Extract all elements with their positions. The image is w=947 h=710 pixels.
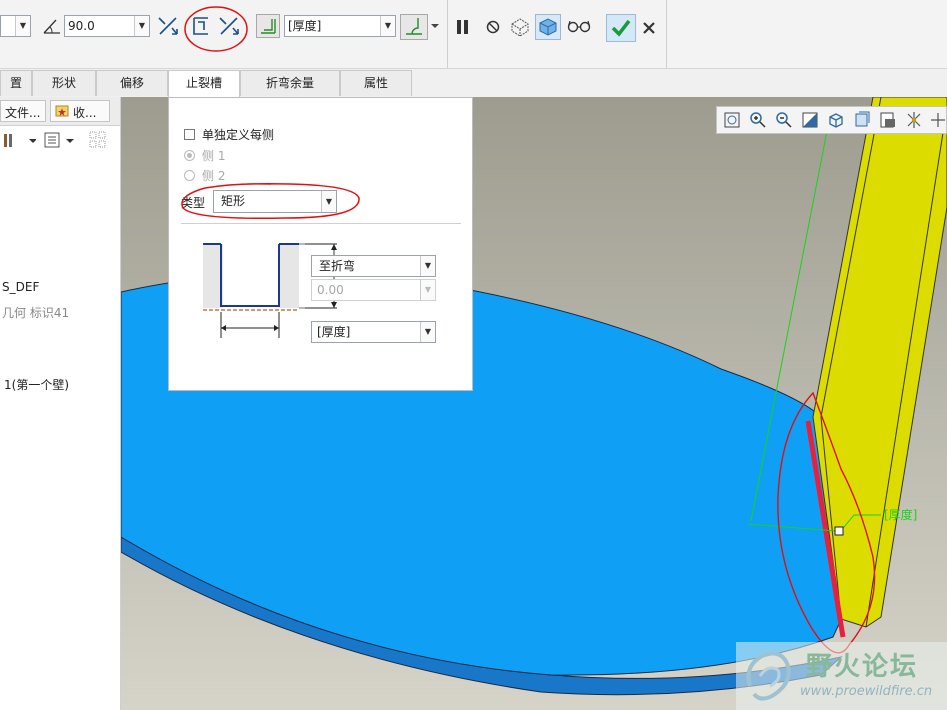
glasses-icon[interactable] — [567, 18, 591, 34]
depth-type-select[interactable]: 至折弯 ▼ — [311, 255, 436, 277]
chevron-down-icon[interactable]: ▼ — [380, 16, 395, 36]
side1-radio[interactable] — [184, 150, 195, 161]
tab-properties[interactable]: 属性 — [340, 70, 412, 96]
toolbar-separator — [447, 0, 448, 68]
verify-icon[interactable] — [535, 14, 561, 40]
width-value: [厚度] — [317, 325, 351, 339]
tab-files[interactable]: 文件... — [0, 100, 46, 122]
watermark-title: 野火论坛 — [806, 652, 919, 682]
forum-logo — [746, 651, 791, 701]
chevron-down-icon[interactable]: ▼ — [15, 16, 30, 36]
depth-value-input[interactable]: 0.00 ▼ — [311, 279, 436, 301]
annotation-oval — [181, 183, 360, 220]
toolbar-separator — [666, 0, 667, 68]
tab-bend-allowance[interactable]: 折弯余量 — [240, 70, 340, 96]
angle-input[interactable]: 90.0 ▼ — [64, 15, 150, 37]
dimension-label[interactable]: [厚度] — [884, 507, 917, 522]
tab-offset[interactable]: 偏移 — [96, 70, 168, 96]
zoom-out-icon[interactable] — [775, 111, 793, 129]
annotation-oval — [184, 6, 248, 52]
dimension-handle[interactable] — [834, 526, 844, 536]
tab-placement[interactable]: 置 — [0, 70, 32, 96]
tools-icon[interactable] — [2, 131, 36, 149]
model-tree-panel: 文件... 收... S_DEF 几何 标识41 1(第一个壁) — [0, 97, 121, 710]
depth-value: 0.00 — [317, 283, 344, 297]
width-select[interactable]: [厚度] ▼ — [311, 321, 436, 343]
tab-shape[interactable]: 形状 — [32, 70, 96, 96]
tree-item-first-wall[interactable]: 1(第一个壁) — [4, 376, 69, 393]
chevron-down-icon[interactable]: ▼ — [420, 280, 435, 300]
bend-radius-icon[interactable] — [256, 14, 280, 38]
confirm-icon[interactable] — [606, 14, 636, 42]
side1-label: 侧 1 — [202, 149, 226, 163]
tree-item-geometry[interactable]: 几何 标识41 — [2, 304, 69, 321]
tab-files-label: 文件... — [5, 106, 41, 120]
refit-icon[interactable] — [723, 111, 741, 129]
define-each-side-label: 单独定义每侧 — [202, 128, 275, 142]
dashboard-toolbar: ▼ 90.0 ▼ [厚度] ▼ — [0, 0, 947, 69]
depth-dimension-arrows — [305, 243, 337, 309]
no-preview-icon[interactable] — [485, 19, 501, 35]
settings-grid-icon[interactable] — [88, 130, 110, 150]
chevron-down-icon[interactable]: ▼ — [134, 16, 149, 36]
saved-orientations-icon[interactable] — [827, 111, 845, 129]
angle-icon — [43, 19, 60, 34]
tab-favorites-label: 收... — [73, 106, 97, 120]
axis-display-icon[interactable] — [929, 111, 947, 129]
thickness-combo[interactable]: [厚度] ▼ — [284, 15, 396, 37]
length-combo[interactable]: ▼ — [0, 15, 31, 37]
zoom-in-icon[interactable] — [749, 111, 767, 129]
view-manager-icon[interactable] — [879, 111, 897, 129]
watermark: 野火论坛 www.proewildfire.cn — [736, 642, 947, 710]
depth-type-value: 至折弯 — [319, 259, 356, 273]
display-style-icon[interactable] — [853, 111, 871, 129]
geometry-preview-icon[interactable] — [509, 16, 531, 38]
view-toolbar — [716, 106, 947, 134]
folder-star-icon — [55, 105, 69, 117]
show-icon[interactable] — [44, 131, 78, 149]
flip-side-icon[interactable] — [156, 14, 180, 38]
dashboard-tabs: 置 形状 偏移 止裂槽 折弯余量 属性 — [0, 70, 470, 98]
watermark-url: www.proewildfire.cn — [800, 684, 933, 699]
angle-value: 90.0 — [68, 19, 95, 33]
chevron-down-icon[interactable]: ▼ — [420, 256, 435, 276]
chevron-down-icon[interactable]: ▼ — [420, 322, 435, 342]
pause-icon[interactable] — [455, 18, 471, 36]
tab-relief[interactable]: 止裂槽 — [168, 70, 240, 98]
relief-panel: 单独定义每侧 侧 1 侧 2 类型 矩形 ▼ 至折弯 ▼ 0.00 ▼ [厚度]… — [168, 97, 473, 391]
bend-radius-dim-icon[interactable] — [400, 14, 442, 40]
thickness-value: [厚度] — [288, 19, 322, 33]
tab-favorites[interactable]: 收... — [50, 100, 110, 122]
cancel-icon[interactable] — [641, 20, 657, 36]
datum-display-icon[interactable] — [905, 111, 923, 129]
tree-item-def[interactable]: S_DEF — [2, 280, 39, 294]
define-each-side-checkbox[interactable] — [184, 129, 195, 140]
repaint-icon[interactable] — [801, 111, 819, 129]
divider — [181, 223, 461, 224]
